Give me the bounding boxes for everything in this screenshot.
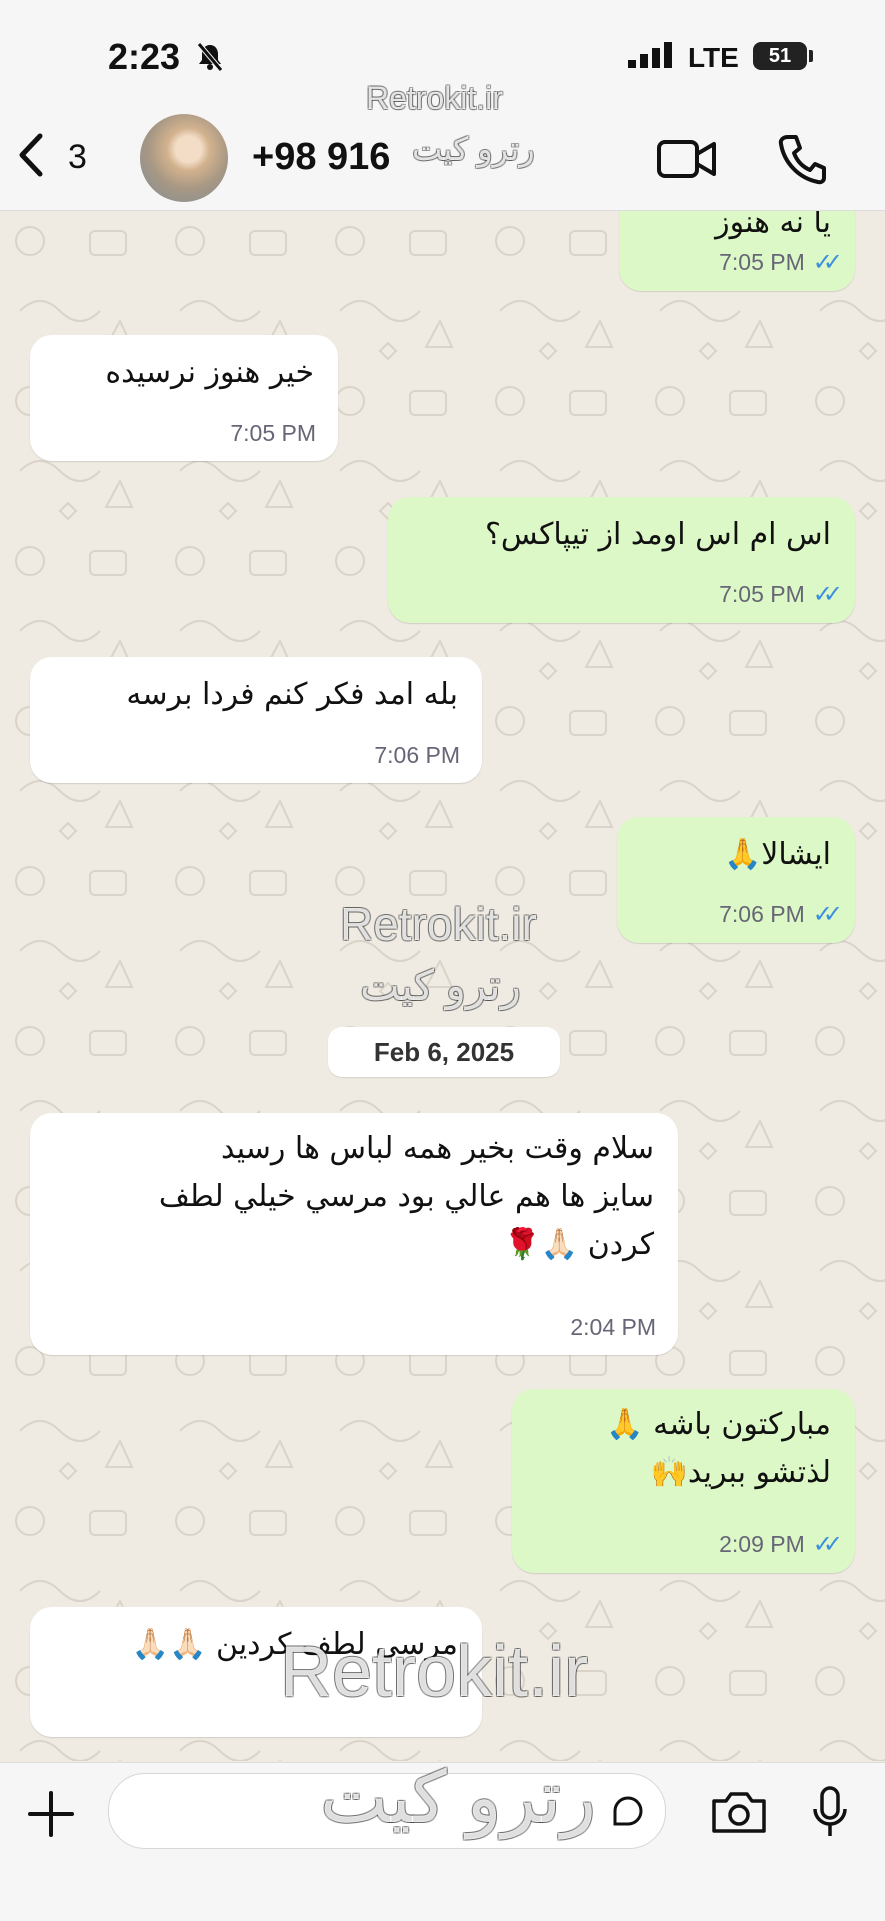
watermark-text: رترو کیت: [320, 1758, 597, 1838]
phone-call-icon[interactable]: [776, 132, 826, 186]
message-time: 7:06 PM: [374, 742, 460, 768]
message-line: سلام وقت بخیر همه لباس ها رسید: [220, 1131, 654, 1166]
read-ticks-icon: ✓✓: [812, 249, 843, 276]
contact-avatar[interactable]: [140, 114, 228, 202]
read-ticks-icon: ✓✓: [812, 581, 843, 608]
message-text: ایشالا🙏: [723, 837, 831, 872]
signal-icon: [628, 42, 672, 68]
message-text: اس ام اس اومد از تیپاکس؟: [484, 517, 831, 552]
watermark-text: Retrokit.ir: [340, 898, 537, 950]
sticker-icon[interactable]: [611, 1794, 645, 1828]
message-composer: رترو کیت: [0, 1758, 885, 1921]
message-meta: 7:06 PM ✓✓: [719, 901, 843, 928]
watermark-text: Retrokit.ir: [280, 1632, 589, 1712]
status-time: 2:23: [108, 36, 181, 77]
message-time: 2:04 PM: [570, 1314, 656, 1340]
message-bubble-incoming[interactable]: سلام وقت بخیر همه لباس ها رسید سایز ها ه…: [30, 1113, 678, 1355]
camera-icon[interactable]: [710, 1789, 768, 1835]
back-chevron-icon[interactable]: [14, 130, 48, 190]
read-ticks-icon: ✓✓: [812, 1531, 843, 1558]
watermark-text: رترو کیت: [412, 131, 535, 167]
message-meta: 7:05 PM ✓✓: [719, 249, 843, 276]
date-separator: Feb 6, 2025: [328, 1027, 560, 1077]
chat-area[interactable]: يا نه هنوز 7:05 PM ✓✓ خیر هنوز نرسیده 7:0…: [0, 211, 885, 1761]
microphone-icon[interactable]: [810, 1785, 850, 1839]
message-bubble-outgoing[interactable]: اس ام اس اومد از تیپاکس؟ 7:05 PM ✓✓: [388, 497, 855, 623]
message-bubble-outgoing[interactable]: ایشالا🙏 7:06 PM ✓✓: [617, 817, 855, 943]
message-text: خیر هنوز نرسیده: [105, 355, 314, 390]
plus-icon[interactable]: [24, 1787, 78, 1841]
message-line: مبارکتون باشه 🙏: [606, 1407, 831, 1442]
network-type: LTE: [688, 42, 739, 73]
watermark-text: Retrokit.ir: [366, 80, 503, 116]
battery-icon: 51: [753, 42, 807, 70]
message-bubble-incoming[interactable]: بله امد فکر کنم فردا برسه 7:06 PM: [30, 657, 482, 783]
message-line: لذتشو ببرید🙌: [650, 1455, 831, 1490]
message-text: بله امد فکر کنم فردا برسه: [126, 677, 458, 712]
battery-cap: [809, 50, 813, 62]
watermark-text: رترو کیت: [360, 962, 522, 1009]
message-time: 7:05 PM: [230, 420, 316, 446]
message-meta: 7:05 PM ✓✓: [719, 581, 843, 608]
message-bubble-outgoing[interactable]: مبارکتون باشه 🙏 لذتشو ببرید🙌 2:09 PM ✓✓: [512, 1389, 855, 1573]
contact-name[interactable]: +98 916: [252, 136, 390, 179]
unread-count[interactable]: 3: [68, 138, 87, 177]
video-call-icon[interactable]: [656, 132, 718, 186]
message-text: يا نه هنوز: [715, 211, 831, 240]
message-meta: 2:09 PM ✓✓: [719, 1531, 843, 1558]
muted-bell-icon: [196, 42, 224, 79]
read-ticks-icon: ✓✓: [812, 901, 843, 928]
message-bubble-outgoing[interactable]: يا نه هنوز 7:05 PM ✓✓: [619, 211, 855, 291]
message-line: سایز ها هم عالي بود مرسي خیلي لطف: [158, 1179, 654, 1214]
message-bubble-incoming[interactable]: خیر هنوز نرسیده 7:05 PM: [30, 335, 338, 461]
message-line: کردن 🙏🏻🌹: [503, 1227, 654, 1262]
